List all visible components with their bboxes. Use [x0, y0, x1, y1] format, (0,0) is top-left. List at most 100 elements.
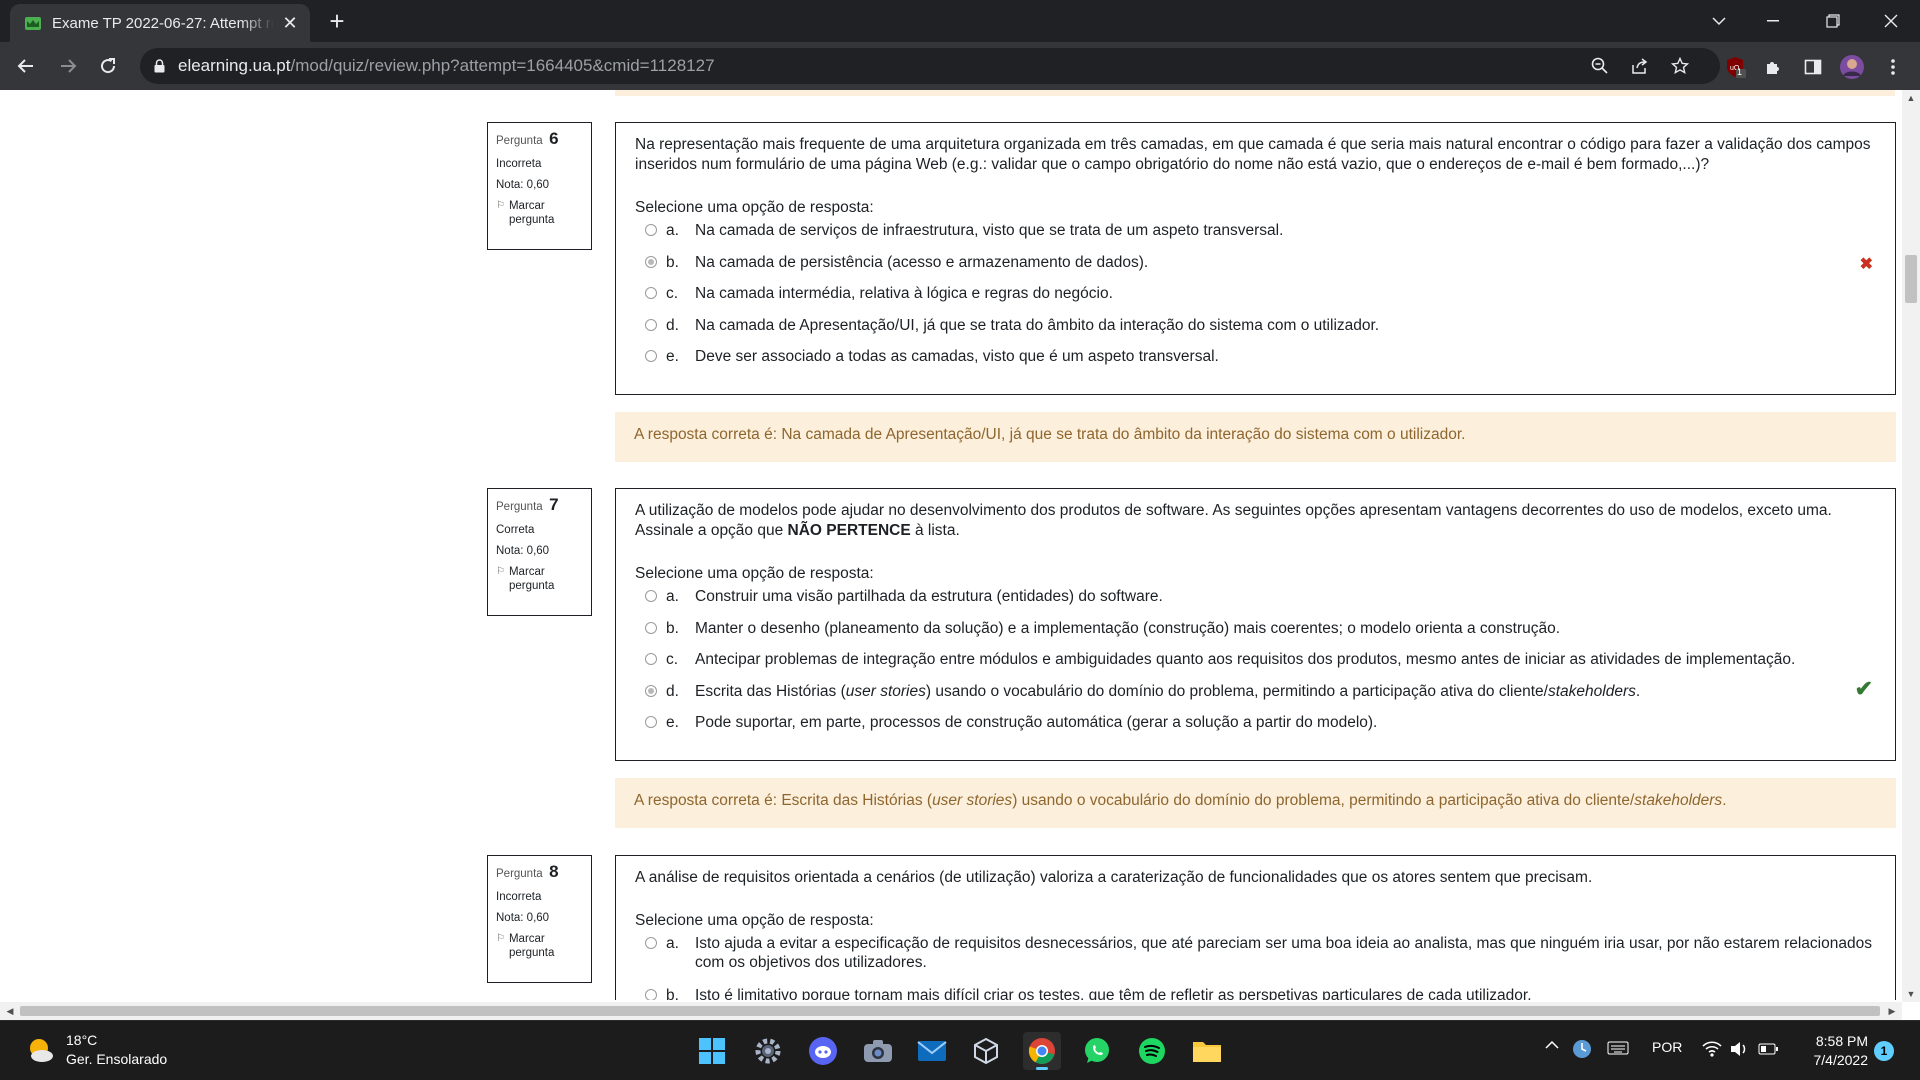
bookmark-star-icon[interactable] — [1668, 54, 1692, 78]
radio-button-checked[interactable] — [645, 684, 657, 697]
new-tab-button[interactable]: + — [322, 6, 352, 36]
radio-button[interactable] — [645, 318, 657, 331]
radio-button[interactable] — [645, 350, 657, 362]
answer-options: a. Isto ajuda a evitar a especificação de… — [635, 934, 1876, 1000]
weather-condition: Ger. Ensolarado — [66, 1051, 168, 1067]
notification-badge[interactable]: 1 — [1874, 1041, 1894, 1061]
correct-answer-feedback: A resposta correta é: Na camada de Apres… — [615, 412, 1896, 462]
radio-button[interactable] — [645, 224, 657, 236]
flag-question-link[interactable]: ⚐ Marcar pergunta — [496, 199, 583, 227]
scroll-left-arrow-icon[interactable]: ◀ — [2, 1002, 18, 1020]
chrome-menu-icon[interactable] — [1880, 54, 1906, 80]
answer-options: a. Construir uma visão partilhada da estr… — [635, 587, 1876, 745]
address-bar[interactable]: elearning.ua.pt/mod/quiz/review.php?atte… — [140, 48, 1720, 84]
chrome-icon[interactable] — [1023, 1032, 1061, 1070]
reload-button[interactable] — [92, 50, 124, 82]
browser-toolbar: elearning.ua.pt/mod/quiz/review.php?atte… — [0, 42, 1920, 90]
radio-button[interactable] — [645, 590, 657, 602]
answer-option: d. Na camada de Apresentação/UI, já que s… — [635, 316, 1876, 348]
minimize-button[interactable] — [1750, 0, 1796, 42]
answer-option: e. Pode suportar, em parte, processos de … — [635, 713, 1876, 745]
question-text: A análise de requisitos orientada a cená… — [635, 869, 1593, 886]
profile-avatar[interactable] — [1839, 54, 1865, 80]
forward-button[interactable] — [52, 50, 84, 82]
virtualbox-cube-icon[interactable] — [967, 1032, 1005, 1070]
answer-prompt: Selecione uma opção de resposta: — [635, 912, 874, 929]
wifi-icon[interactable] — [1702, 1041, 1722, 1060]
side-panel-icon[interactable] — [1800, 54, 1826, 80]
vertical-scroll-thumb[interactable] — [1905, 255, 1917, 303]
restore-button[interactable] — [1810, 0, 1856, 42]
question-number: 6 — [549, 129, 559, 148]
discord-icon[interactable] — [804, 1032, 842, 1070]
camera-icon[interactable] — [859, 1032, 897, 1070]
correct-check-icon: ✔ — [1854, 675, 1873, 701]
question-text: A utilização de modelos pode ajudar no d… — [635, 502, 1832, 539]
scroll-up-arrow-icon[interactable]: ▲ — [1902, 90, 1920, 106]
temperature: 18°C — [66, 1032, 98, 1048]
previous-feedback-strip — [615, 90, 1895, 96]
tab-close-icon[interactable]: ✕ — [280, 13, 300, 34]
file-explorer-folder-icon[interactable] — [1188, 1032, 1226, 1070]
radio-button[interactable] — [645, 653, 657, 665]
back-button[interactable] — [10, 50, 42, 82]
horizontal-scrollbar[interactable]: ◀ ▶ — [0, 1002, 1902, 1020]
question-label: Pergunta — [496, 501, 543, 513]
share-icon[interactable] — [1628, 54, 1652, 78]
flag-question-link[interactable]: ⚐ Marcar pergunta — [496, 565, 583, 593]
flag-icon: ⚐ — [496, 933, 505, 944]
start-windows-icon[interactable] — [693, 1032, 731, 1070]
radio-button[interactable] — [645, 937, 657, 949]
show-hidden-icons-chevron-icon[interactable] — [1545, 1037, 1559, 1053]
ublock-extension-icon[interactable]: uO 1 — [1722, 54, 1748, 80]
clock-date: 7/4/2022 — [1813, 1052, 1869, 1068]
tab-search-chevron-icon[interactable] — [1696, 0, 1742, 42]
input-language[interactable]: POR — [1652, 1039, 1682, 1055]
keyboard-icon[interactable] — [1607, 1041, 1629, 1058]
scroll-right-arrow-icon[interactable]: ▶ — [1884, 1002, 1900, 1020]
answer-option: e. Deve ser associado a todas as camadas,… — [635, 347, 1876, 379]
zoom-icon[interactable] — [1588, 54, 1612, 78]
scroll-down-arrow-icon[interactable]: ▼ — [1902, 986, 1920, 1002]
spotify-icon[interactable] — [1133, 1032, 1171, 1070]
flag-icon: ⚐ — [496, 200, 505, 211]
flag-question-link[interactable]: ⚐ Marcar pergunta — [496, 932, 583, 960]
close-window-button[interactable] — [1868, 0, 1914, 42]
vertical-scrollbar[interactable]: ▲ ▼ — [1902, 90, 1920, 1002]
answer-option: b. Isto é limitativo porque tornam mais d… — [635, 986, 1876, 1000]
system-clock[interactable]: 8:58 PM 7/4/2022 — [1796, 1032, 1869, 1070]
question-label: Pergunta — [496, 135, 543, 147]
volume-icon[interactable] — [1730, 1041, 1748, 1060]
question-label: Pergunta — [496, 868, 543, 880]
answer-options: a. Na camada de serviços de infraestrutur… — [635, 221, 1876, 379]
question-number: 7 — [549, 495, 559, 514]
incorrect-x-icon: ✖ — [1859, 255, 1873, 273]
extension-badge: 1 — [1737, 67, 1743, 77]
radio-button[interactable] — [645, 989, 657, 1000]
radio-button[interactable] — [645, 716, 657, 728]
radio-button-checked[interactable] — [645, 255, 657, 268]
radio-button[interactable] — [645, 621, 657, 634]
battery-icon[interactable] — [1758, 1042, 1778, 1058]
answer-option: c. Antecipar problemas de integração entr… — [635, 650, 1876, 682]
answer-option: b. Manter o desenho (planeamento da soluç… — [635, 619, 1876, 651]
whatsapp-icon[interactable] — [1078, 1032, 1116, 1070]
weather-widget[interactable]: 18°C Ger. Ensolarado — [26, 1031, 167, 1069]
horizontal-scroll-thumb[interactable] — [20, 1006, 1880, 1016]
clock-app-tray-icon[interactable] — [1572, 1039, 1592, 1062]
question-content: Na representação mais frequente de uma a… — [615, 122, 1896, 395]
question-state: Correta — [496, 524, 535, 536]
extensions-puzzle-icon[interactable] — [1760, 54, 1786, 80]
answer-option-selected: b. Na camada de persistência (acesso e ar… — [635, 253, 1876, 285]
mail-icon[interactable] — [913, 1032, 951, 1070]
sun-cloud-icon — [30, 1039, 53, 1062]
radio-button[interactable] — [645, 287, 657, 299]
question-state: Incorreta — [496, 891, 542, 903]
settings-gear-icon[interactable] — [749, 1032, 787, 1070]
answer-prompt: Selecione uma opção de resposta: — [635, 565, 874, 582]
question-grade: Nota: 0,60 — [496, 545, 550, 557]
question-state: Incorreta — [496, 158, 542, 170]
browser-tab[interactable]: Exame TP 2022-06-27: Attempt review ✕ — [10, 4, 310, 42]
question-info: Pergunta 7 Correta Nota: 0,60 ⚐ Marcar pe… — [487, 488, 592, 616]
browser-tab-bar: Exame TP 2022-06-27: Attempt review ✕ + — [0, 0, 1920, 42]
